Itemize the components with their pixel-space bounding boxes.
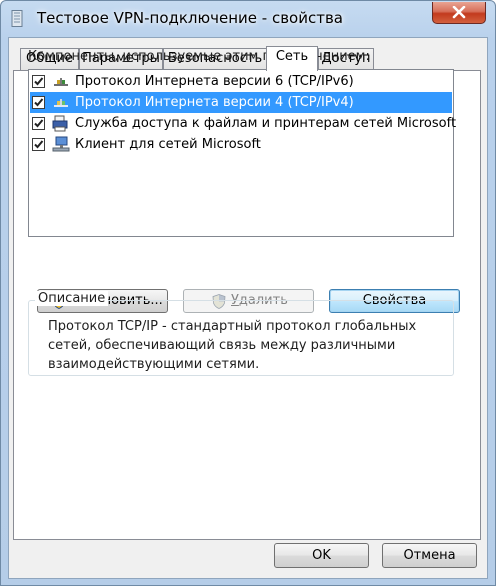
- tab-network[interactable]: Сеть: [266, 46, 318, 71]
- checkbox[interactable]: [32, 138, 45, 151]
- checkbox[interactable]: [32, 117, 45, 130]
- description-line: взаимодействующими сетями.: [48, 357, 260, 372]
- description-title: Описание: [35, 291, 109, 306]
- components-label-prefix: Компоненты,: [28, 49, 123, 64]
- ok-button[interactable]: OK: [274, 543, 369, 568]
- list-item[interactable]: Протокол Интернета версии 6 (TCP/IPv6): [30, 71, 452, 92]
- checkmark-icon: [34, 98, 44, 107]
- components-list[interactable]: Протокол Интернета версии 6 (TCP/IPv6) П…: [28, 69, 456, 237]
- cancel-button[interactable]: Отмена: [382, 543, 477, 568]
- title-bar[interactable]: Тестовое VPN-подключение - свойства: [1, 1, 495, 37]
- list-item[interactable]: Служба доступа к файлам и принтерам сете…: [30, 113, 456, 134]
- description-line: сетей, обеспечивающий связь между различ…: [48, 338, 396, 353]
- close-button[interactable]: [432, 2, 486, 24]
- description-line: Протокол TCP/IP - стандартный протокол г…: [48, 319, 417, 334]
- list-item-label: Клиент для сетей Microsoft: [75, 137, 261, 152]
- checkbox[interactable]: [32, 75, 45, 88]
- window-title: Тестовое VPN-подключение - свойства: [37, 9, 343, 27]
- checkmark-icon: [34, 119, 44, 128]
- connection-icon: [11, 10, 23, 27]
- description-text: Протокол TCP/IP - стандартный протокол г…: [48, 317, 438, 374]
- list-item-selected[interactable]: Протокол Интернета версии 4 (TCP/IPv4): [30, 92, 452, 113]
- list-item-label: Протокол Интернета версии 6 (TCP/IPv6): [75, 74, 354, 89]
- list-item[interactable]: Клиент для сетей Microsoft: [30, 134, 452, 155]
- checkmark-icon: [34, 77, 44, 86]
- network-client-icon: [52, 136, 70, 152]
- components-label: Компоненты, используемые этим подключени…: [28, 49, 370, 64]
- network-protocol-icon: [54, 99, 68, 107]
- network-protocol-icon: [54, 78, 68, 86]
- components-label-accel: и: [122, 49, 131, 64]
- list-item-label: Служба доступа к файлам и принтерам сете…: [75, 116, 457, 131]
- components-label-suffix: спользуемые этим подключением:: [131, 49, 370, 64]
- close-icon: [452, 6, 466, 19]
- list-item-label: Протокол Интернета версии 4 (TCP/IPv4): [75, 95, 354, 110]
- properties-window: Тестовое VPN-подключение - свойства Общи…: [0, 0, 496, 586]
- checkmark-icon: [34, 140, 44, 149]
- checkbox[interactable]: [32, 96, 45, 109]
- printer-service-icon: [52, 115, 68, 132]
